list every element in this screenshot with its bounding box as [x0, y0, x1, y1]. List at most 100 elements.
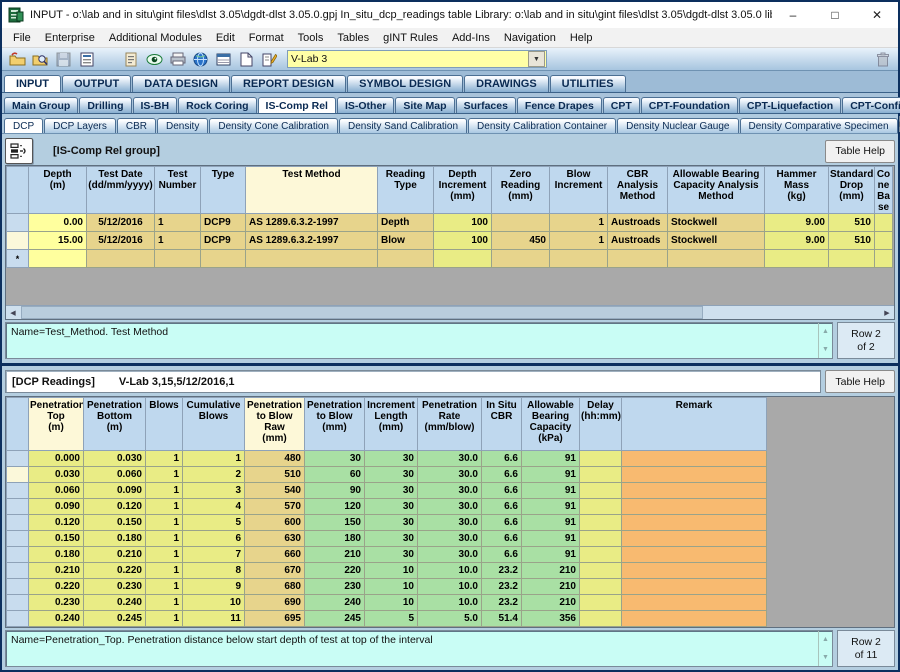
group-tab-is-bh[interactable]: IS-BH — [133, 97, 178, 113]
cell[interactable]: 1 — [146, 547, 183, 563]
cell[interactable] — [550, 250, 608, 268]
cell[interactable]: 1 — [146, 611, 183, 627]
cell[interactable]: Austroads — [608, 232, 668, 250]
cell[interactable] — [622, 547, 767, 563]
cell[interactable] — [580, 611, 622, 627]
sub-tab-dcp-layers[interactable]: DCP Layers — [44, 118, 116, 133]
cell[interactable] — [622, 515, 767, 531]
cell[interactable]: 91 — [522, 451, 580, 467]
cell[interactable]: 8 — [183, 563, 245, 579]
menu-item-navigation[interactable]: Navigation — [497, 31, 563, 45]
cell[interactable]: Austroads — [608, 214, 668, 232]
cell[interactable] — [522, 627, 580, 629]
cell[interactable]: 6.6 — [482, 499, 522, 515]
cell[interactable]: 230 — [305, 579, 365, 595]
menu-item-tables[interactable]: Tables — [330, 31, 376, 45]
row-selector[interactable] — [7, 467, 29, 483]
cell[interactable]: 2 — [183, 467, 245, 483]
cell[interactable] — [580, 451, 622, 467]
tab-utilities[interactable]: UTILITIES — [550, 75, 626, 92]
cell[interactable] — [434, 250, 492, 268]
row-selector[interactable] — [7, 483, 29, 499]
edit-document-icon[interactable] — [258, 49, 281, 70]
cell[interactable]: 23.2 — [482, 579, 522, 595]
cell[interactable]: 6.6 — [482, 467, 522, 483]
chevron-down-icon[interactable]: ▼ — [528, 51, 545, 67]
column-header-penetration[interactable]: Penetration Bottom (m) — [84, 398, 146, 451]
cell[interactable]: 10.0 — [418, 563, 482, 579]
column-header-standard[interactable]: Standard Drop (mm) — [829, 167, 875, 214]
new-row-marker[interactable]: * — [7, 250, 29, 268]
tab-report-design[interactable]: REPORT DESIGN — [231, 75, 346, 92]
cell[interactable]: 220 — [305, 563, 365, 579]
cell[interactable]: 15.00 — [29, 232, 87, 250]
menu-item-tools[interactable]: Tools — [291, 31, 331, 45]
cell[interactable]: 510 — [245, 467, 305, 483]
sub-tab-density-cone-calibration[interactable]: Density Cone Calibration — [209, 118, 338, 133]
cell[interactable]: 1 — [146, 595, 183, 611]
sub-tab-density[interactable]: Density — [157, 118, 208, 133]
cell[interactable] — [84, 627, 146, 629]
cell[interactable]: 1 — [155, 214, 201, 232]
cell[interactable] — [622, 467, 767, 483]
minimize-icon[interactable]: – — [772, 2, 814, 28]
cell[interactable]: 0.230 — [84, 579, 146, 595]
tab-drawings[interactable]: DRAWINGS — [464, 75, 549, 92]
column-header-delay[interactable]: Delay (hh:mm) — [580, 398, 622, 451]
maximize-icon[interactable]: □ — [814, 2, 856, 28]
cell[interactable] — [622, 611, 767, 627]
row-selector[interactable] — [7, 214, 29, 232]
cell[interactable]: 5 — [365, 611, 418, 627]
cell[interactable]: 6.6 — [482, 451, 522, 467]
cell[interactable]: 210 — [305, 547, 365, 563]
menu-item-additional-modules[interactable]: Additional Modules — [102, 31, 209, 45]
column-header-allowable-bearing[interactable]: Allowable Bearing Capacity Analysis Meth… — [668, 167, 765, 214]
group-tab-is-other[interactable]: IS-Other — [337, 97, 394, 113]
cell[interactable] — [482, 627, 522, 629]
table-help-button-2[interactable]: Table Help — [825, 370, 895, 393]
open-project-icon[interactable] — [6, 49, 29, 70]
cell[interactable] — [580, 595, 622, 611]
cell[interactable] — [183, 627, 245, 629]
row-selector[interactable] — [7, 611, 29, 627]
status-scroll-arrows-1[interactable]: ▲▼ — [818, 323, 832, 358]
column-header-test-date[interactable]: Test Date (dd/mm/yyyy) — [87, 167, 155, 214]
cell[interactable]: 210 — [522, 595, 580, 611]
menu-item-enterprise[interactable]: Enterprise — [38, 31, 102, 45]
cell[interactable]: 0.220 — [84, 563, 146, 579]
cell[interactable]: 1 — [155, 232, 201, 250]
cell[interactable] — [29, 250, 87, 268]
cell[interactable]: 0.220 — [29, 579, 84, 595]
cell[interactable]: 0.030 — [29, 467, 84, 483]
cell[interactable]: 0.150 — [84, 515, 146, 531]
cell[interactable] — [246, 250, 378, 268]
cell[interactable]: 450 — [492, 232, 550, 250]
globe-icon[interactable] — [189, 49, 212, 70]
cell[interactable]: 30 — [365, 499, 418, 515]
cell[interactable]: 91 — [522, 467, 580, 483]
cell[interactable]: 5.0 — [418, 611, 482, 627]
cell[interactable]: 0.210 — [84, 547, 146, 563]
cell[interactable]: 30 — [365, 515, 418, 531]
row-selector[interactable] — [7, 531, 29, 547]
script-icon[interactable] — [120, 49, 143, 70]
data-list-icon[interactable] — [212, 49, 235, 70]
cell[interactable]: 30 — [365, 547, 418, 563]
group-tab-fence-drapes[interactable]: Fence Drapes — [517, 97, 602, 113]
cell[interactable]: 6 — [183, 531, 245, 547]
browse-files-icon[interactable] — [29, 49, 52, 70]
cell[interactable] — [622, 531, 767, 547]
cell[interactable]: 0.030 — [84, 451, 146, 467]
column-header-penetration[interactable]: Penetration to Blow Raw (mm) — [245, 398, 305, 451]
cell[interactable]: 630 — [245, 531, 305, 547]
cell[interactable]: 0.000 — [29, 451, 84, 467]
scroll-right-icon[interactable]: ▶ — [880, 306, 894, 319]
cell[interactable]: 0.120 — [84, 499, 146, 515]
cell[interactable] — [580, 515, 622, 531]
cell[interactable]: 356 — [522, 611, 580, 627]
row-selector[interactable] — [7, 499, 29, 515]
cell[interactable] — [87, 250, 155, 268]
cell[interactable] — [580, 483, 622, 499]
cell[interactable]: 11 — [183, 611, 245, 627]
splitter-bar[interactable] — [2, 363, 898, 366]
